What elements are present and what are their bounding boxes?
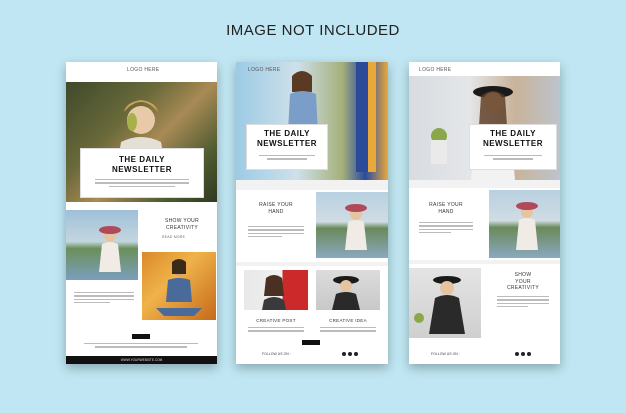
- raise-heading: RAISE YOUR HAND: [250, 202, 302, 215]
- show-heading: SHOW YOUR CREATIVITY: [495, 272, 551, 292]
- creative-idea-text: [320, 327, 376, 334]
- cta-button[interactable]: [132, 334, 150, 339]
- logo-placeholder: LOGO HERE: [419, 67, 452, 73]
- creative-idea-heading: CREATIVE IDEA: [329, 318, 367, 323]
- newsletter-title-line1: THE DAILY: [490, 129, 536, 138]
- logo-placeholder: LOGO HERE: [248, 67, 281, 73]
- article-photo-2: [142, 252, 216, 320]
- footer-bar: WWW.YOURWEBSITE.COM: [66, 356, 217, 364]
- website-link[interactable]: WWW.YOURWEBSITE.COM: [121, 358, 163, 362]
- newsletter-template-3: LOGO HERE THE DAILY NEWSLETTER RAISE YOU…: [409, 62, 560, 364]
- newsletter-title-line2: NEWSLETTER: [111, 165, 173, 174]
- follow-label: FOLLOW US ON :: [262, 352, 291, 356]
- banner-title: IMAGE NOT INCLUDED: [226, 22, 400, 39]
- facebook-icon[interactable]: [342, 352, 346, 356]
- article-text-1: [74, 292, 134, 305]
- article-photo-2: [409, 268, 481, 338]
- raise-heading-line2: HAND: [268, 208, 284, 215]
- creative-post-text: [248, 327, 304, 334]
- instagram-icon[interactable]: [521, 352, 525, 356]
- social-icons: [515, 352, 531, 356]
- creative-post-heading: CREATIVE POST: [256, 318, 296, 323]
- instagram-icon[interactable]: [348, 352, 352, 356]
- side-heading: SHOW YOUR CREATIVITY: [154, 218, 210, 231]
- title-box: THE DAILY NEWSLETTER: [80, 148, 204, 198]
- raise-text-lines: [248, 226, 304, 239]
- creative-idea-photo: [316, 270, 380, 310]
- read-more-link[interactable]: READ MORE: [162, 235, 185, 240]
- show-heading-line3: CREATIVITY: [506, 285, 540, 291]
- title-box: THE DAILY NEWSLETTER: [246, 124, 328, 170]
- creative-post-photo: [244, 270, 308, 310]
- twitter-icon[interactable]: [354, 352, 358, 356]
- cta-button[interactable]: [302, 340, 320, 345]
- footer-text-lines: [84, 343, 198, 348]
- body-text-lines: [95, 179, 189, 187]
- newsletter-title-line1: THE DAILY: [264, 129, 310, 138]
- newsletter-title-line1: THE DAILY: [119, 155, 165, 164]
- raise-text-lines: [419, 222, 473, 235]
- logo-placeholder: LOGO HERE: [127, 67, 160, 73]
- article-photo-1: [66, 210, 138, 280]
- raise-heading: RAISE YOUR HAND: [421, 202, 471, 215]
- side-heading-line2: CREATIVITY: [165, 224, 199, 231]
- article-photo-1: [489, 190, 560, 258]
- facebook-icon[interactable]: [515, 352, 519, 356]
- body-text-lines: [484, 155, 542, 160]
- raise-heading-line2: HAND: [438, 208, 454, 215]
- follow-label: FOLLOW US ON :: [431, 352, 460, 356]
- body-text-lines: [259, 155, 315, 160]
- show-text-lines: [497, 296, 549, 309]
- title-box: THE DAILY NEWSLETTER: [469, 124, 557, 170]
- social-icons: [342, 352, 358, 356]
- twitter-icon[interactable]: [527, 352, 531, 356]
- newsletter-template-2: LOGO HERE THE DAILY NEWSLETTER RAISE YOU…: [236, 62, 388, 364]
- newsletter-title-line2: NEWSLETTER: [482, 139, 544, 148]
- article-photo-1: [316, 192, 388, 258]
- newsletter-title-line2: NEWSLETTER: [256, 139, 318, 148]
- newsletter-template-1: LOGO HERE THE DAILY NEWSLETTER SHOW YOUR…: [66, 62, 217, 364]
